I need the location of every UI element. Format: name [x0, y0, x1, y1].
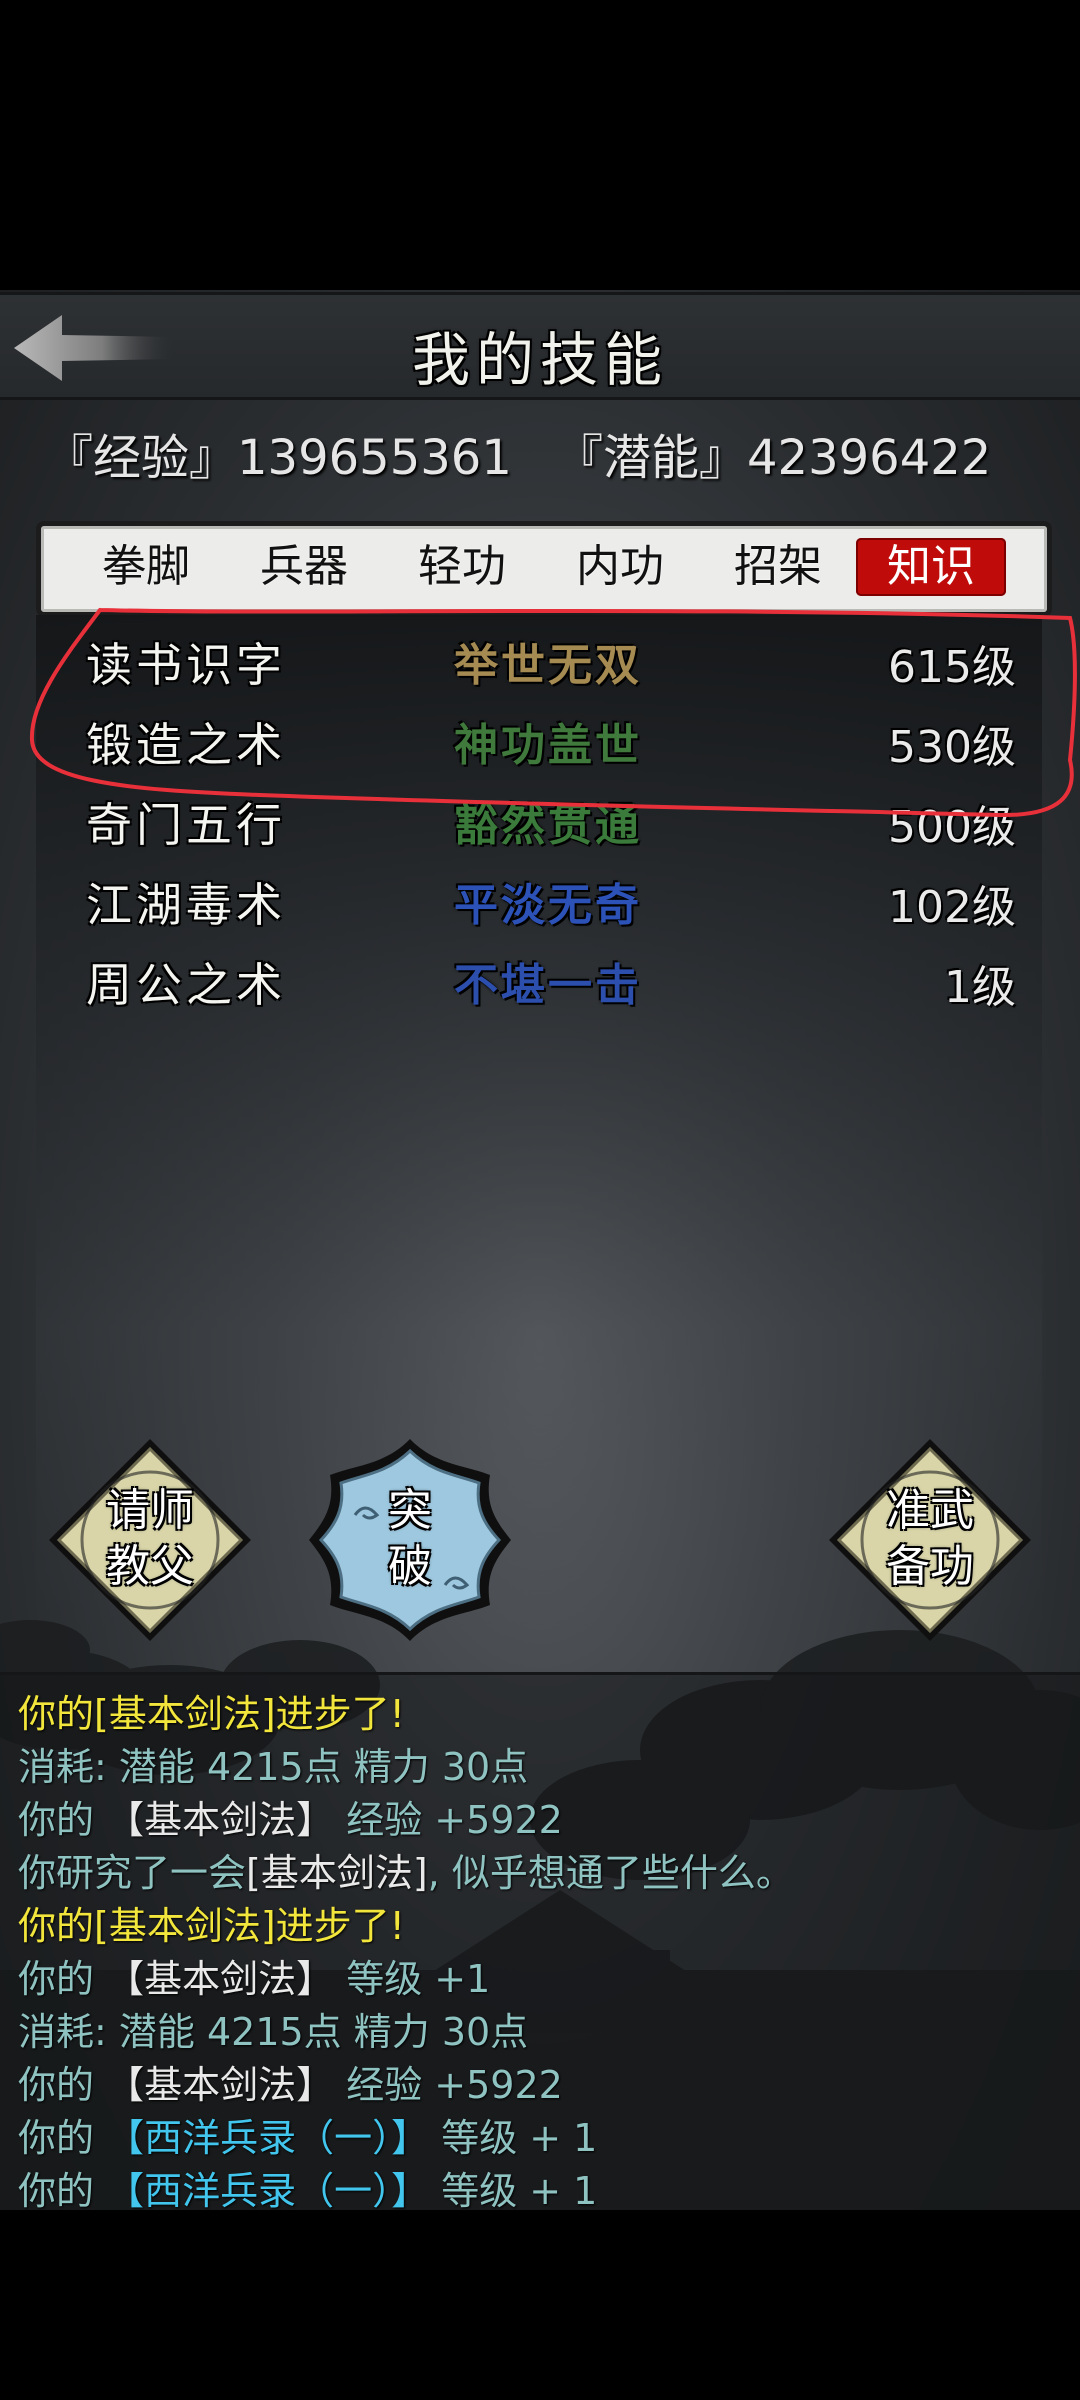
log-line: 你的 【西洋兵录（一）】 等级 + 1 [18, 2160, 597, 2210]
log-line: 你的 【西洋兵录（一）】 等级 + 1 [18, 2107, 597, 2162]
log-segment: 消耗: 潜能 4215点 精力 30点 [18, 1745, 529, 1789]
log-segment: 等级 + 1 [429, 2169, 598, 2210]
log-segment: 消耗: 潜能 4215点 精力 30点 [18, 2010, 529, 2054]
skill-level: 1级 [944, 962, 1016, 1013]
skill-grade: 平淡无奇 [454, 880, 642, 931]
skill-row[interactable]: 周公之术 不堪一击 1级 [36, 949, 1042, 1019]
log-segment: , 似乎想通了些什么。 [427, 1851, 794, 1895]
log-line: 消耗: 潜能 4215点 精力 30点 [18, 2001, 528, 2056]
skill-grade: 豁然贯通 [454, 800, 642, 851]
log-segment: 你的[基本剑法]进步了! [18, 1904, 405, 1948]
log-segment: 你的 [18, 1798, 107, 1842]
stats-bar: 『经验』139655361 『潜能』42396422 [45, 418, 1045, 488]
log-segment: 经验 +5922 [334, 1798, 563, 1842]
log-line: 消耗: 潜能 4215点 精力 30点 [18, 1736, 528, 1791]
skill-level: 102级 [888, 882, 1016, 933]
button-label-line: 破 [388, 1541, 432, 1592]
log-line: 你的[基本剑法]进步了! [18, 1683, 405, 1738]
skill-grade: 举世无双 [454, 640, 642, 691]
tab-internal[interactable]: 内功 [545, 538, 695, 596]
log-segment: 你的 [18, 2063, 107, 2107]
potential-stat: 『潜能』42396422 [555, 430, 992, 486]
log-segment: 【基本剑法】 [106, 1798, 335, 1842]
experience-stat: 『经验』139655361 [45, 430, 512, 486]
skill-name: 锻造之术 [86, 718, 286, 772]
tab-parry[interactable]: 招架 [703, 538, 853, 596]
skill-row[interactable]: 读书识字 举世无双 615级 [36, 629, 1042, 699]
tab-knowledge[interactable]: 知识 [856, 538, 1006, 596]
skill-grade: 不堪一击 [454, 960, 642, 1011]
log-segment: 你的 [18, 1957, 107, 2001]
skill-name: 江湖毒术 [86, 878, 286, 932]
log-segment: 【西洋兵录（一）】 [106, 2169, 430, 2210]
log-segment: 经验 +5922 [334, 2063, 563, 2107]
ask-teacher-button[interactable]: 请师 教父 [45, 1435, 255, 1645]
skill-level: 530级 [888, 722, 1016, 773]
log-segment: 你的 [18, 2169, 107, 2210]
log-segment: 【西洋兵录（一）】 [106, 2116, 430, 2160]
log-segment: 等级 +1 [334, 1957, 491, 2001]
skill-name: 周公之术 [86, 958, 286, 1012]
log-segment: 【基本剑法】 [106, 2063, 335, 2107]
button-label-line: 请师 [106, 1485, 194, 1536]
skills-screen: 我的技能 『经验』139655361 『潜能』42396422 拳脚 兵器 轻功… [0, 290, 1080, 2210]
button-label-line: 准武 [886, 1485, 974, 1536]
button-label-line: 备功 [886, 1541, 974, 1592]
skill-level: 500级 [888, 802, 1016, 853]
button-label: 请师 教父 [45, 1483, 255, 1595]
page-title: 我的技能 [411, 326, 668, 394]
log-segment: 你研究了一会 [18, 1851, 247, 1895]
log-segment: 你的 [18, 2116, 107, 2160]
skill-level: 615级 [888, 642, 1016, 693]
log-segment: 你的[基本剑法]进步了! [18, 1692, 405, 1736]
skill-name: 读书识字 [86, 638, 286, 692]
button-label: 准武 备功 [825, 1483, 1035, 1595]
breakthrough-button[interactable]: 突 破 [305, 1435, 515, 1645]
skill-name: 奇门五行 [86, 798, 286, 852]
skill-grade: 神功盖世 [454, 720, 642, 771]
skill-row[interactable]: 奇门五行 豁然贯通 500级 [36, 789, 1042, 859]
header-bar: 我的技能 [0, 292, 1080, 400]
log-line: 你的 【基本剑法】 经验 +5922 [18, 1789, 563, 1844]
category-tabs: 拳脚 兵器 轻功 内功 招架 知识 [36, 521, 1052, 617]
button-label-line: 突 [388, 1485, 432, 1536]
log-line: 你研究了一会[基本剑法], 似乎想通了些什么。 [18, 1842, 794, 1897]
button-label-line: 教父 [106, 1541, 194, 1592]
tab-weapon[interactable]: 兵器 [229, 538, 379, 596]
prepare-skill-button[interactable]: 准武 备功 [825, 1435, 1035, 1645]
log-segment: [基本剑法] [246, 1851, 428, 1895]
log-line: 你的 【基本剑法】 经验 +5922 [18, 2054, 563, 2109]
button-label: 突 破 [305, 1483, 515, 1595]
skill-row[interactable]: 锻造之术 神功盖世 530级 [36, 709, 1042, 779]
log-line: 你的[基本剑法]进步了! [18, 1895, 405, 1950]
log-line: 你的 【基本剑法】 等级 +1 [18, 1948, 490, 2003]
log-segment: 等级 + 1 [429, 2116, 598, 2160]
tab-lightness[interactable]: 轻功 [387, 538, 537, 596]
skill-row[interactable]: 江湖毒术 平淡无奇 102级 [36, 869, 1042, 939]
log-segment: 【基本剑法】 [106, 1957, 335, 2001]
message-log[interactable]: 你的[基本剑法]进步了! 消耗: 潜能 4215点 精力 30点 你的 【基本剑… [0, 1672, 1080, 2210]
tab-fist[interactable]: 拳脚 [71, 538, 221, 596]
